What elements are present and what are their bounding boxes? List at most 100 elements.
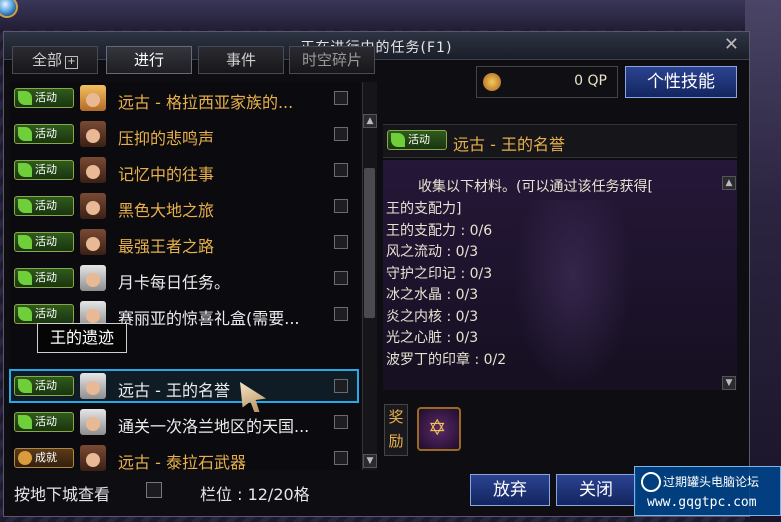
tab-all[interactable]: 全部 + [12, 46, 98, 74]
avatar-face [86, 417, 100, 431]
activity-badge: 活动 [14, 304, 74, 324]
plus-box-icon: + [65, 56, 78, 69]
quest-requirement: 冰之水晶 : 0/3 [386, 287, 479, 303]
leaf-icon [18, 91, 32, 105]
site-watermark: 过期罐头电脑论坛 www.gqgtpc.com [634, 466, 781, 516]
quest-title: 记忆中的往事 [118, 165, 215, 184]
quest-row[interactable]: 活动 记忆中的往事 [10, 154, 358, 186]
game-right-strip [745, 0, 781, 522]
activity-badge: 活动 [14, 412, 74, 432]
close-button[interactable]: 关闭 [556, 474, 636, 506]
track-checkbox[interactable] [334, 451, 348, 465]
npc-avatar [80, 445, 106, 471]
scroll-up-icon[interactable]: ▲ [722, 176, 736, 190]
badge-label: 成就 [35, 451, 57, 464]
qp-value: 0 QP [574, 73, 607, 89]
quest-row[interactable]: 活动 通关一次洛兰地区的天国... [10, 406, 358, 438]
background-character [513, 200, 633, 390]
slot-count: 栏位 : 12/20格 [200, 485, 310, 504]
scroll-up-icon[interactable]: ▲ [363, 114, 377, 128]
avatar-face [86, 129, 100, 143]
avatar-face [86, 165, 100, 179]
scroll-thumb[interactable] [364, 168, 375, 318]
scroll-down-icon[interactable]: ▼ [722, 376, 736, 390]
dungeon-view-checkbox[interactable] [146, 482, 162, 498]
badge-label: 活动 [408, 133, 430, 146]
npc-avatar [80, 229, 106, 255]
avatar-face [86, 237, 100, 251]
quest-row[interactable]: 活动 黑色大地之旅 [10, 190, 358, 222]
activity-badge: 活动 [14, 376, 74, 396]
tab-all-label: 全部 [31, 51, 62, 69]
game-top-strip [0, 0, 781, 30]
quest-title: 远古 - 泰拉石武器 [118, 453, 246, 472]
abandon-button[interactable]: 放弃 [470, 474, 550, 506]
watermark-title: 过期罐头电脑论坛 [663, 475, 760, 489]
track-checkbox[interactable] [334, 415, 348, 429]
npc-avatar [80, 373, 106, 399]
quest-row[interactable]: 活动 压抑的悲鸣声 [10, 118, 358, 150]
activity-badge: 活动 [14, 268, 74, 288]
leaf-icon [18, 235, 32, 249]
quest-row[interactable]: 活动 月卡每日任务。 [10, 262, 358, 294]
badge-label: 活动 [35, 379, 57, 392]
track-checkbox[interactable] [334, 91, 348, 105]
tab-time-fragments-label: 时空碎片 [301, 51, 362, 69]
quest-intro: 收集以下材料。(可以通过该任务获得[ [418, 179, 653, 195]
leaf-icon [18, 199, 32, 213]
detail-scrollbar[interactable]: ▲ ▼ [722, 176, 736, 394]
badge-label: 活动 [35, 163, 57, 176]
tab-in-progress-label: 进行 [133, 51, 164, 69]
track-checkbox[interactable] [334, 307, 348, 321]
tab-events[interactable]: 事件 [198, 46, 284, 74]
quest-title: 压抑的悲鸣声 [118, 129, 215, 148]
quest-title: 月卡每日任务。 [118, 273, 231, 292]
activity-badge: 活动 [14, 88, 74, 108]
avatar-face [86, 93, 100, 107]
quest-list-scrollbar[interactable]: ▲ ▼ [362, 82, 377, 470]
npc-avatar [80, 85, 106, 111]
npc-avatar [80, 265, 106, 291]
quest-row-selected[interactable]: 活动 远古 - 王的名誉 [9, 369, 359, 403]
quest-requirement: 波罗丁的印章 : 0/2 [386, 352, 507, 368]
badge-label: 活动 [35, 307, 57, 320]
avatar-face [86, 201, 100, 215]
quest-row[interactable]: 活动 最强王者之路 [10, 226, 358, 258]
track-checkbox[interactable] [334, 379, 348, 393]
leaf-icon [18, 307, 32, 321]
activity-badge: 活动 [387, 130, 447, 150]
track-checkbox[interactable] [334, 235, 348, 249]
quest-row[interactable]: 成就 远古 - 泰拉石武器 [10, 442, 358, 474]
npc-avatar [80, 121, 106, 147]
badge-label: 活动 [35, 235, 57, 248]
track-checkbox[interactable] [334, 127, 348, 141]
badge-label: 活动 [35, 199, 57, 212]
scroll-down-icon[interactable]: ▼ [363, 454, 377, 468]
quest-title: 赛丽亚的惊喜礼盒(需要... [118, 309, 300, 328]
quest-requirement: 王的支配力 : 0/6 [386, 223, 493, 239]
avatar-face [86, 381, 100, 395]
quest-title: 远古 - 格拉西亚家族的... [118, 93, 294, 112]
reward-item[interactable]: ✡ [417, 407, 461, 451]
track-checkbox[interactable] [334, 199, 348, 213]
tab-time-fragments[interactable]: 时空碎片 [289, 46, 375, 74]
npc-avatar [80, 193, 106, 219]
badge-label: 活动 [35, 91, 57, 104]
qp-display: 0 QP [476, 66, 618, 98]
quest-row[interactable]: 活动 远古 - 格拉西亚家族的... [10, 82, 358, 114]
quest-requirement: 光之心脏 : 0/3 [386, 330, 479, 346]
badge-label: 活动 [35, 271, 57, 284]
badge-label: 活动 [35, 415, 57, 428]
quest-requirement: 王的支配力] [386, 201, 462, 217]
npc-avatar [80, 157, 106, 183]
activity-badge: 活动 [14, 232, 74, 252]
quest-requirement: 守护之印记 : 0/3 [386, 266, 493, 282]
avatar-face [86, 273, 100, 287]
leaf-icon [18, 271, 32, 285]
watermark-url: www.gqgtpc.com [647, 495, 757, 510]
tab-in-progress[interactable]: 进行 [106, 46, 192, 74]
close-icon[interactable]: ✕ [724, 34, 739, 55]
track-checkbox[interactable] [334, 271, 348, 285]
personal-skill-button[interactable]: 个性技能 [625, 66, 737, 98]
track-checkbox[interactable] [334, 163, 348, 177]
